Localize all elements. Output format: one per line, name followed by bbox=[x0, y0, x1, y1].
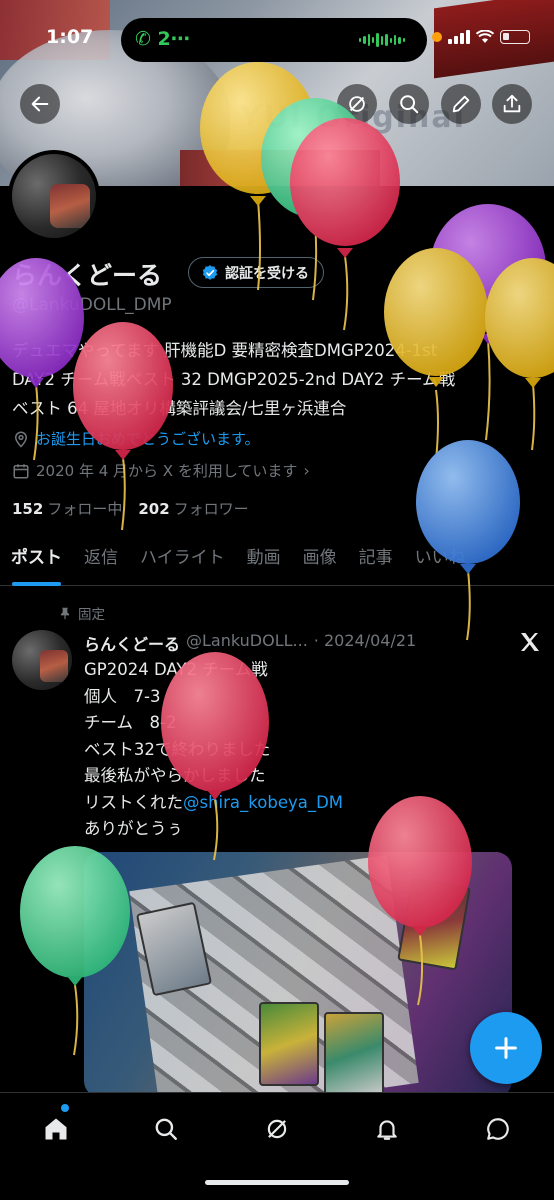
tab-likes[interactable]: いいね bbox=[404, 540, 477, 586]
bio-line: デュエマやってます 肝機能D 要精密検査DMGP2024-1st bbox=[12, 341, 438, 360]
mention-link[interactable]: @shira_kobeya_DM bbox=[183, 793, 343, 812]
follow-stats: 152 フォロー中 202 フォロワー bbox=[12, 498, 249, 519]
notifications-icon bbox=[377, 1120, 397, 1140]
post-date: · 2024/04/21 bbox=[313, 631, 417, 650]
x-logo-icon bbox=[521, 633, 539, 651]
banner-table bbox=[180, 150, 380, 186]
profile-tabs: ポスト 返信 ハイライト 動画 画像 記事 いいね bbox=[0, 540, 554, 586]
avatar bbox=[12, 154, 96, 238]
nav-notifications[interactable] bbox=[369, 1111, 405, 1147]
nav-grok[interactable] bbox=[259, 1111, 295, 1147]
bio-line: DAY2 チーム戦ベスト 32 DMGP2025-2nd DAY2 チーム戦 bbox=[12, 370, 456, 389]
plus-icon bbox=[495, 1037, 517, 1059]
verify-button[interactable]: 認証を受ける bbox=[188, 257, 324, 288]
bio-line: ベスト 64 屋地オリ構築評議会/七里ヶ浜連合 bbox=[12, 399, 347, 418]
signal-icon bbox=[448, 30, 470, 44]
system-icons bbox=[432, 30, 530, 44]
tab-highlights[interactable]: ハイライト bbox=[129, 540, 236, 586]
nav-messages[interactable] bbox=[480, 1111, 516, 1147]
back-icon bbox=[31, 96, 49, 112]
home-icon bbox=[45, 1118, 67, 1140]
birthday-message[interactable]: お誕生日おめでとうございます。 bbox=[36, 428, 260, 449]
tab-videos[interactable]: 動画 bbox=[236, 540, 292, 586]
grok-button[interactable] bbox=[337, 84, 377, 124]
image-card bbox=[397, 877, 471, 971]
tab-photos[interactable]: 画像 bbox=[292, 540, 348, 586]
audio-wave-icon bbox=[359, 32, 405, 48]
home-notification-dot bbox=[61, 1104, 69, 1112]
grok-icon bbox=[349, 96, 365, 112]
chevron-right-icon: › bbox=[303, 461, 310, 480]
image-card bbox=[259, 1002, 319, 1086]
pin-icon bbox=[60, 607, 70, 620]
nav-home[interactable] bbox=[38, 1111, 74, 1147]
following-link[interactable]: 152 フォロー中 bbox=[12, 498, 122, 519]
pinned-indicator: 固定 bbox=[58, 603, 105, 623]
verify-label: 認証を受ける bbox=[225, 265, 309, 282]
profile-avatar[interactable] bbox=[8, 150, 100, 242]
messages-icon bbox=[487, 1118, 509, 1140]
post-text: GP2024 DAY2 チーム戦 個人 7-3 チーム 8-2 ベスト32で終わ… bbox=[84, 660, 344, 838]
battery-icon bbox=[500, 30, 530, 44]
post-header[interactable]: らんくどーる @LankuDOLL... · 2024/04/21 bbox=[84, 631, 416, 655]
post-handle: @LankuDOLL... bbox=[186, 631, 308, 650]
verified-badge-icon bbox=[202, 264, 218, 280]
profile-bio: デュエマやってます 肝機能D 要精密検査DMGP2024-1st DAY2 チー… bbox=[12, 336, 547, 423]
wifi-icon bbox=[476, 30, 494, 43]
search-button[interactable] bbox=[389, 84, 429, 124]
grok-icon bbox=[267, 1119, 287, 1139]
home-indicator bbox=[205, 1180, 349, 1185]
calendar-icon bbox=[13, 463, 29, 478]
birthday-row[interactable]: お誕生日おめでとうございます。 bbox=[12, 428, 260, 449]
edit-button[interactable] bbox=[441, 84, 481, 124]
call-indicator: ✆ 2⋯ bbox=[135, 28, 190, 50]
phone-icon: ✆ bbox=[135, 28, 151, 50]
profile-name: らんくどーる bbox=[12, 261, 163, 290]
tab-replies[interactable]: 返信 bbox=[73, 540, 129, 586]
back-button[interactable] bbox=[20, 84, 60, 124]
nav-search[interactable] bbox=[148, 1111, 184, 1147]
tab-posts[interactable]: ポスト bbox=[0, 540, 73, 586]
search-icon bbox=[400, 95, 419, 114]
status-time: 1:07 bbox=[46, 26, 94, 48]
profile-handle: @LankuDOLL_DMP bbox=[12, 295, 172, 315]
edit-icon bbox=[452, 95, 470, 113]
location-pin-icon bbox=[14, 431, 28, 448]
joined-date: 2020 年 4 月から X を利用しています bbox=[36, 462, 298, 480]
joined-row[interactable]: 2020 年 4 月から X を利用しています › bbox=[12, 460, 310, 481]
tab-articles[interactable]: 記事 bbox=[348, 540, 404, 586]
dynamic-island[interactable]: ✆ 2⋯ bbox=[121, 18, 427, 62]
compose-button[interactable] bbox=[470, 1012, 542, 1084]
share-button[interactable] bbox=[492, 84, 532, 124]
post-avatar[interactable] bbox=[12, 630, 72, 690]
status-bar: 1:07 ✆ 2⋯ bbox=[0, 18, 554, 62]
recording-dot-icon bbox=[432, 32, 442, 42]
post-image[interactable] bbox=[84, 852, 512, 1097]
post-author: らんくどーる bbox=[84, 635, 181, 654]
search-icon bbox=[155, 1118, 177, 1140]
share-icon bbox=[503, 94, 521, 113]
followers-link[interactable]: 202 フォロワー bbox=[138, 498, 248, 519]
image-card bbox=[324, 1012, 384, 1096]
